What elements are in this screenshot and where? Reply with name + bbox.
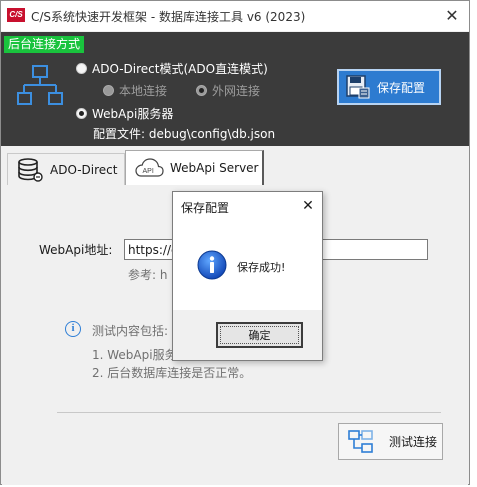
tab-webapi-server-label: WebApi Server: [170, 161, 259, 175]
dialog-close-button[interactable]: ✕: [297, 195, 319, 217]
dialog-ok-label: 确定: [248, 329, 271, 342]
network-topology-icon: [17, 65, 63, 105]
webapi-reference-hint: 参考: h: [128, 268, 168, 282]
svg-text:API: API: [143, 168, 154, 175]
dialog-footer: 确定: [173, 310, 322, 360]
app-window: C/S C/S系统快速开发框架 - 数据库连接工具 v6 (2023) ✕ 后台…: [0, 0, 470, 485]
connection-mode-panel: 后台连接方式 ADO-Direct模式(ADO直连模式) 本地连接 外网连接 W…: [1, 32, 469, 146]
dialog-title: 保存配置: [181, 201, 230, 215]
mode-ado-direct-radio[interactable]: ADO-Direct模式(ADO直连模式): [76, 60, 268, 77]
divider: [57, 412, 441, 413]
mode-ado-local-radio[interactable]: 本地连接: [103, 82, 167, 99]
title-bar[interactable]: C/S C/S系统快速开发框架 - 数据库连接工具 v6 (2023) ✕: [1, 1, 469, 31]
webapi-address-label: WebApi地址:: [39, 243, 113, 257]
window-title: C/S系统快速开发框架 - 数据库连接工具 v6 (2023): [31, 10, 306, 24]
radio-button[interactable]: [76, 108, 87, 119]
test-connection-label: 测试连接: [389, 435, 438, 449]
tab-strip: ADO-Direct API WebApi Server: [2, 147, 468, 185]
test-info-line-1: 1. WebApi服务: [92, 348, 177, 362]
radio-button[interactable]: [76, 63, 87, 74]
dialog-message: 保存成功!: [237, 261, 286, 274]
info-icon: i: [65, 321, 81, 337]
information-icon: [197, 250, 227, 280]
test-info-title: 测试内容包括:: [92, 324, 169, 338]
cloud-api-icon: API: [135, 158, 164, 177]
mode-ado-local-label: 本地连接: [119, 84, 168, 98]
mode-ado-remote-label: 外网连接: [212, 84, 261, 98]
mode-ado-direct-label: ADO-Direct模式(ADO直连模式): [92, 62, 268, 76]
save-config-button[interactable]: 保存配置: [337, 69, 441, 105]
mode-webapi-label: WebApi服务器: [92, 107, 174, 121]
tab-ado-direct[interactable]: ADO-Direct: [7, 153, 125, 185]
save-config-dialog: 保存配置 ✕ 保存成功! 确定: [172, 191, 323, 361]
test-connection-button[interactable]: 测试连接: [338, 423, 443, 460]
app-logo-icon: C/S: [7, 8, 25, 22]
radio-button[interactable]: [103, 85, 114, 96]
tab-ado-direct-label: ADO-Direct: [50, 162, 118, 177]
config-file-path: 配置文件: debug\config\db.json: [93, 127, 276, 141]
save-config-icon: [346, 75, 370, 99]
mode-ado-remote-radio[interactable]: 外网连接: [196, 82, 260, 99]
tab-webapi-server[interactable]: API WebApi Server: [125, 150, 264, 185]
window-close-button[interactable]: ✕: [441, 5, 463, 27]
database-icon: [18, 157, 43, 182]
test-info-line-2: 2. 后台数据库连接是否正常。: [92, 366, 252, 380]
connection-mode-badge: 后台连接方式: [4, 36, 85, 53]
save-config-label: 保存配置: [377, 80, 426, 95]
network-test-icon: [348, 429, 373, 453]
radio-button[interactable]: [196, 85, 207, 96]
dialog-ok-button[interactable]: 确定: [216, 322, 303, 348]
mode-webapi-radio[interactable]: WebApi服务器: [76, 105, 173, 122]
